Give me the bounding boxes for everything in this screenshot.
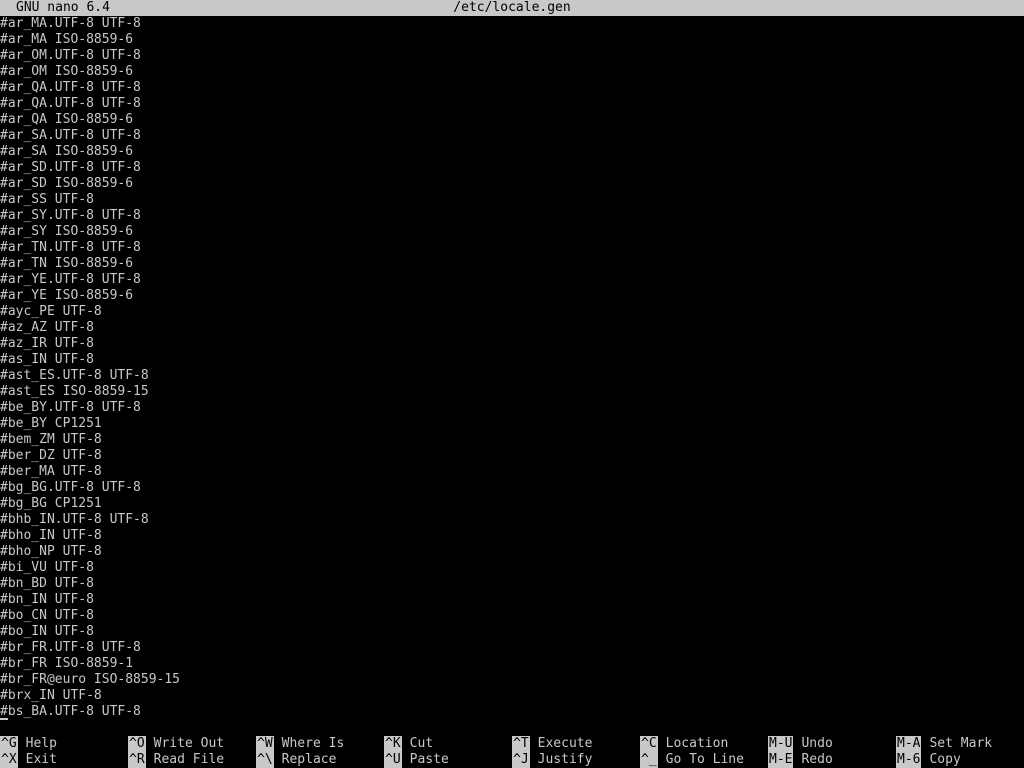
buffer-line[interactable]: #as_IN UTF-8 [0, 352, 1024, 368]
shortcut-key: ^W [256, 736, 274, 752]
buffer-line[interactable]: #ar_QA ISO-8859-6 [0, 112, 1024, 128]
shortcut-label: Cut [409, 736, 434, 751]
shortcut-key: ^_ [640, 752, 658, 768]
buffer-line[interactable]: #ar_MA ISO-8859-6 [0, 32, 1024, 48]
buffer-line[interactable]: #ast_ES ISO-8859-15 [0, 384, 1024, 400]
shortcut-read-file[interactable]: ^R Read File [128, 752, 224, 768]
shortcut-key: M-A [896, 736, 922, 752]
shortcut-row-1: ^G Help ^O Write Out ^W Where Is ^K Cut ^T Ex… [0, 736, 1024, 752]
buffer-line[interactable]: #az_IR UTF-8 [0, 336, 1024, 352]
shortcut-label: Write Out [153, 736, 225, 751]
buffer-line[interactable]: #bs_BA.UTF-8 UTF-8 [0, 704, 1024, 720]
buffer-line[interactable]: #bhb_IN.UTF-8 UTF-8 [0, 512, 1024, 528]
shortcut-execute[interactable]: ^T Execute [512, 736, 592, 752]
shortcut-label: Set Mark [929, 736, 993, 751]
shortcut-label: Paste [409, 752, 449, 767]
shortcut-key: M-E [768, 752, 794, 768]
buffer-line[interactable]: #ar_YE ISO-8859-6 [0, 288, 1024, 304]
status-bar [0, 720, 1024, 736]
shortcut-replace[interactable]: ^\ Replace [256, 752, 336, 768]
shortcut-key: ^U [384, 752, 402, 768]
buffer-line[interactable]: #bn_IN UTF-8 [0, 592, 1024, 608]
buffer-line[interactable]: #ber_MA UTF-8 [0, 464, 1024, 480]
buffer-line[interactable]: #bem_ZM UTF-8 [0, 432, 1024, 448]
buffer-line[interactable]: #ber_DZ UTF-8 [0, 448, 1024, 464]
shortcut-row-2: ^X Exit ^R Read File ^\ Replace ^U Paste ^J J… [0, 752, 1024, 768]
buffer-line[interactable]: #ar_YE.UTF-8 UTF-8 [0, 272, 1024, 288]
buffer-line[interactable]: #ar_QA.UTF-8 UTF-8 [0, 96, 1024, 112]
shortcut-cut[interactable]: ^K Cut [384, 736, 433, 752]
buffer-line[interactable]: #be_BY.UTF-8 UTF-8 [0, 400, 1024, 416]
buffer-line[interactable]: #br_FR ISO-8859-1 [0, 656, 1024, 672]
buffer-line[interactable]: #br_FR@euro ISO-8859-15 [0, 672, 1024, 688]
buffer-line[interactable]: #az_AZ UTF-8 [0, 320, 1024, 336]
buffer-line[interactable]: #ar_OM.UTF-8 UTF-8 [0, 48, 1024, 64]
shortcut-label: Where Is [281, 736, 345, 751]
buffer-line[interactable]: #be_BY CP1251 [0, 416, 1024, 432]
title-bar: GNU nano 6.4 /etc/locale.gen [0, 0, 1024, 16]
shortcut-label: Go To Line [665, 752, 744, 767]
shortcut-justify[interactable]: ^J Justify [512, 752, 592, 768]
buffer-line[interactable]: #bho_NP UTF-8 [0, 544, 1024, 560]
shortcut-key: M-U [768, 736, 794, 752]
buffer-line[interactable]: #ar_SY ISO-8859-6 [0, 224, 1024, 240]
shortcut-set-mark[interactable]: M-A Set Mark [896, 736, 992, 752]
shortcut-label: Location [665, 736, 729, 751]
buffer-line[interactable]: #bo_IN UTF-8 [0, 624, 1024, 640]
buffer-line[interactable]: #ayc_PE UTF-8 [0, 304, 1024, 320]
buffer-line[interactable]: #ar_SA.UTF-8 UTF-8 [0, 128, 1024, 144]
shortcut-location[interactable]: ^C Location [640, 736, 728, 752]
shortcut-key: ^\ [256, 752, 274, 768]
shortcut-exit[interactable]: ^X Exit [0, 752, 57, 768]
shortcut-where-is[interactable]: ^W Where Is [256, 736, 344, 752]
buffer-line[interactable]: #brx_IN UTF-8 [0, 688, 1024, 704]
buffer-line[interactable]: #ar_SA ISO-8859-6 [0, 144, 1024, 160]
buffer-line[interactable]: #ar_MA.UTF-8 UTF-8 [0, 16, 1024, 32]
shortcut-label: Undo [801, 736, 833, 751]
shortcut-go-to-line[interactable]: ^_ Go To Line [640, 752, 744, 768]
shortcut-label: Redo [801, 752, 833, 767]
buffer-line[interactable]: #bn_BD UTF-8 [0, 576, 1024, 592]
text-buffer[interactable]: #ar_MA.UTF-8 UTF-8 #ar_MA ISO-8859-6 #ar… [0, 16, 1024, 720]
shortcut-key: ^O [128, 736, 146, 752]
shortcut-label: Justify [537, 752, 593, 767]
buffer-line[interactable]: #ast_ES.UTF-8 UTF-8 [0, 368, 1024, 384]
buffer-line[interactable]: #br_FR.UTF-8 UTF-8 [0, 640, 1024, 656]
shortcut-label: Execute [537, 736, 593, 751]
shortcut-key: ^G [0, 736, 18, 752]
buffer-line[interactable]: #ar_SD ISO-8859-6 [0, 176, 1024, 192]
file-name: /etc/locale.gen [453, 0, 571, 15]
shortcut-label: Exit [25, 752, 57, 767]
buffer-line[interactable]: #ar_TN.UTF-8 UTF-8 [0, 240, 1024, 256]
buffer-line[interactable]: #bo_CN UTF-8 [0, 608, 1024, 624]
shortcut-key: ^C [640, 736, 658, 752]
shortcut-label: Read File [153, 752, 225, 767]
buffer-line[interactable]: #ar_OM ISO-8859-6 [0, 64, 1024, 80]
shortcut-redo[interactable]: M-E Redo [768, 752, 833, 768]
shortcut-label: Replace [281, 752, 337, 767]
buffer-line[interactable]: #ar_SD.UTF-8 UTF-8 [0, 160, 1024, 176]
buffer-line[interactable]: #ar_QA.UTF-8 UTF-8 [0, 80, 1024, 96]
shortcut-key: ^J [512, 752, 530, 768]
shortcut-key: ^T [512, 736, 530, 752]
shortcut-label: Copy [929, 752, 961, 767]
shortcut-help[interactable]: ^G Help [0, 736, 57, 752]
shortcut-undo[interactable]: M-U Undo [768, 736, 833, 752]
buffer-line[interactable]: #bho_IN UTF-8 [0, 528, 1024, 544]
shortcut-key: ^X [0, 752, 18, 768]
shortcut-copy[interactable]: M-6 Copy [896, 752, 961, 768]
buffer-line[interactable]: #ar_TN ISO-8859-6 [0, 256, 1024, 272]
shortcut-key: ^R [128, 752, 146, 768]
buffer-line[interactable]: #ar_SS UTF-8 [0, 192, 1024, 208]
shortcut-paste[interactable]: ^U Paste [384, 752, 449, 768]
buffer-line[interactable]: #bi_VU UTF-8 [0, 560, 1024, 576]
buffer-line[interactable]: #ar_SY.UTF-8 UTF-8 [0, 208, 1024, 224]
shortcut-write-out[interactable]: ^O Write Out [128, 736, 224, 752]
shortcut-label: Help [25, 736, 57, 751]
buffer-line[interactable]: #bg_BG.UTF-8 UTF-8 [0, 480, 1024, 496]
shortcut-key: M-6 [896, 752, 922, 768]
shortcut-key: ^K [384, 736, 402, 752]
buffer-line[interactable]: #bg_BG CP1251 [0, 496, 1024, 512]
